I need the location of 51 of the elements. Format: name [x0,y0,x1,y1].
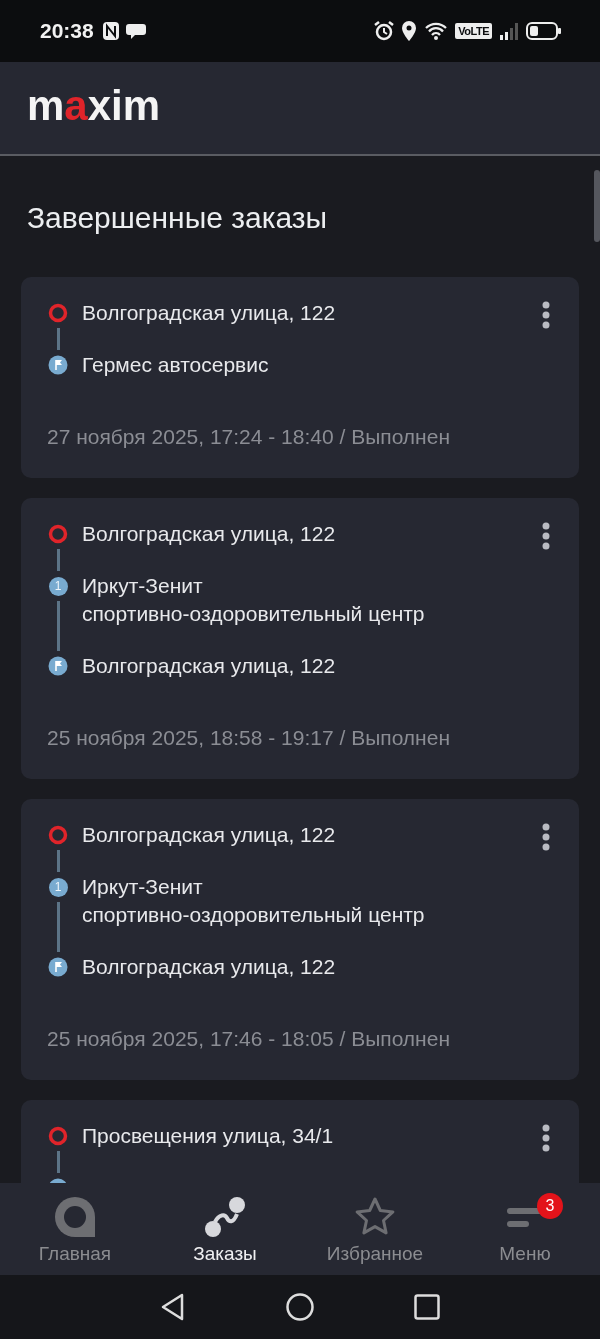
order-summary: 27 ноября 2025, 17:24 - 18:40 / Выполнен [47,424,451,450]
location-pin-icon [401,21,418,41]
flag-icon [48,957,68,977]
order-card[interactable]: Волгоградская улица, 122 Гермес автосервис 27 ноября 2025, 17:24 - 18:40 / Выполнен [21,277,579,478]
flag-icon [48,656,68,676]
more-options-icon[interactable] [541,823,551,851]
back-icon[interactable] [160,1293,186,1321]
address-text: Гермес автосервис [82,352,270,378]
origin-ring-icon [48,303,68,323]
origin-ring-icon [48,1126,68,1146]
order-summary: 25 ноября 2025, 18:58 - 19:17 / Выполнен [47,725,451,751]
nav-tab[interactable]: Избранное [300,1183,450,1275]
chat-bubble-icon [125,22,148,40]
signal-icon [499,21,519,41]
nav-tab[interactable]: Заказы [150,1183,300,1275]
route-icon [203,1195,247,1239]
more-options-icon[interactable] [541,522,551,550]
recents-square-icon[interactable] [414,1294,440,1320]
more-options-icon[interactable] [541,301,551,329]
home-circle-icon[interactable] [286,1293,314,1321]
address-text: Волгоградская улица, 122 [82,822,337,848]
network-badge: VoLTE [455,23,492,39]
address-text: Иркут-Зенит спортивно-оздоровительный центр [82,874,426,928]
page-title: Завершенные заказы [26,200,329,236]
address-text: Иркут-Зенит спортивно-оздоровительный центр [82,573,426,627]
clock-time: 20:38 [40,19,94,43]
wifi-icon [424,21,449,41]
nav-tab[interactable]: Главная [0,1183,150,1275]
notification-badge: 3 [537,1193,563,1219]
flag-icon [48,355,68,375]
origin-ring-icon [48,825,68,845]
battery-icon [526,21,562,41]
order-card[interactable]: Волгоградская улица, 122 1 Иркут-Зенит спортивно-оздоровительный центр Волгоградская улица, 122 25 ноября 2025, 17:46 - 18:05 / Выполнен [21,799,579,1080]
address-text: Волгоградская улица, 122 [82,954,337,980]
order-summary: 25 ноября 2025, 17:46 - 18:05 / Выполнен [47,1026,451,1052]
address-text: Волгоградская улица, 122 [82,653,337,679]
address-text: Волгоградская улица, 122 [82,521,337,547]
alarm-clock-icon [374,21,395,41]
home-shape-icon [53,1195,97,1239]
waypoint-number: 1 [48,576,68,596]
origin-ring-icon [48,524,68,544]
order-card[interactable]: Волгоградская улица, 122 1 Иркут-Зенит спортивно-оздоровительный центр Волгоградская улица, 122 25 ноября 2025, 18:58 - 19:17 / Выполнен [21,498,579,779]
logo: maxim [27,85,161,131]
address-text: Волгоградская улица, 122 [82,300,337,326]
more-options-icon[interactable] [541,1124,551,1152]
scrollbar [594,170,600,242]
nav-tab[interactable]: 3 Меню [450,1183,600,1275]
order-card[interactable]: Просвещения улица, 34/1 [21,1100,579,1183]
address-text: Просвещения улица, 34/1 [82,1123,335,1149]
waypoint-number: 1 [48,877,68,897]
nfc-icon [101,21,120,41]
